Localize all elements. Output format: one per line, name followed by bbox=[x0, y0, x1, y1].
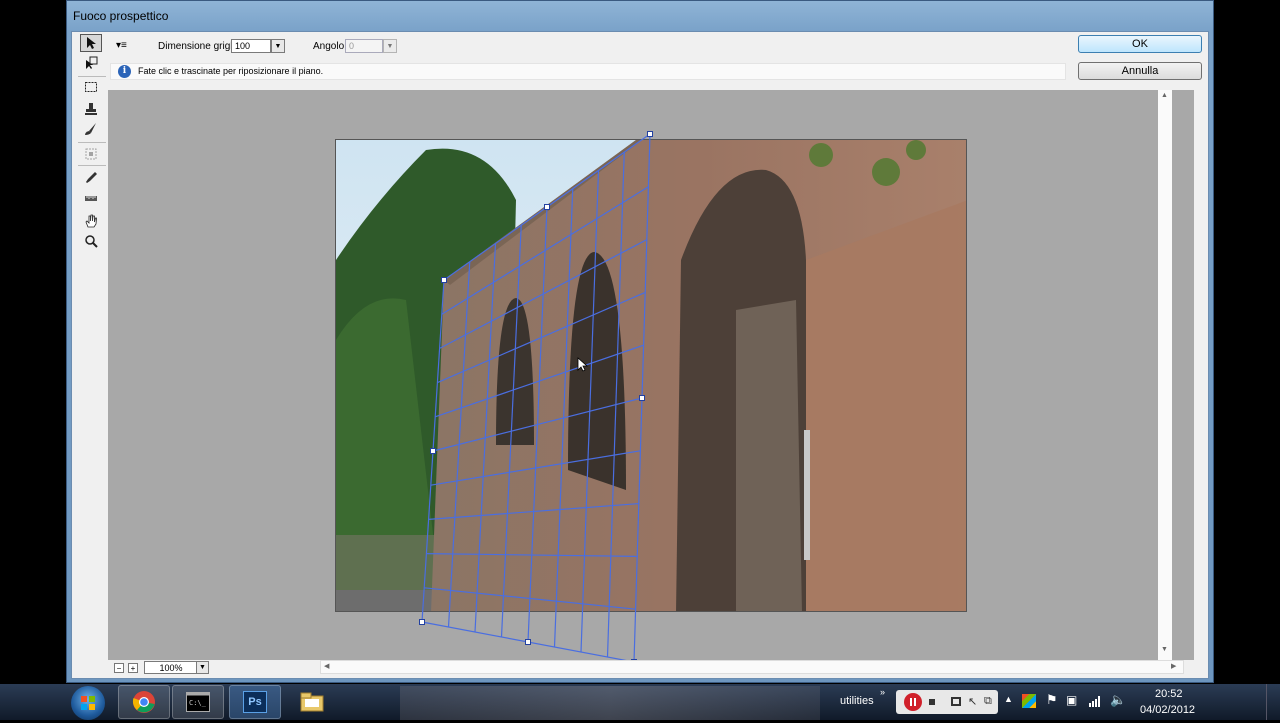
window-icon[interactable]: ⧉ bbox=[984, 695, 992, 708]
dialog-client: ▾≡ Dimensione griglia: 100 ▼ Angolo: 0 ▼… bbox=[71, 31, 1209, 679]
plane-handle[interactable] bbox=[647, 131, 653, 137]
info-bar: i Fate clic e trascinate per riposiziona… bbox=[110, 63, 1066, 80]
plane-handle[interactable] bbox=[430, 448, 436, 454]
zoom-out-button[interactable]: − bbox=[114, 663, 124, 673]
vertical-scrollbar[interactable]: ▲ ▼ bbox=[1158, 90, 1172, 660]
grid-line-horizontal bbox=[432, 397, 643, 452]
ruler-icon bbox=[85, 196, 97, 201]
plane-handle[interactable] bbox=[639, 395, 645, 401]
zoom-dropdown[interactable]: ▼ bbox=[196, 661, 209, 674]
plane-handle[interactable] bbox=[544, 204, 550, 210]
grid-line-horizontal bbox=[437, 291, 646, 384]
grid-size-dropdown[interactable]: ▼ bbox=[271, 39, 285, 53]
zoom-tool[interactable] bbox=[80, 232, 102, 250]
recording-controls: ↖ ⧉ bbox=[896, 690, 998, 714]
zoom-level-field[interactable]: 100% bbox=[144, 661, 198, 674]
hand-tool[interactable] bbox=[80, 212, 102, 230]
eyedropper-tool[interactable] bbox=[80, 169, 102, 187]
horizontal-scrollbar[interactable]: ◀ ▶ bbox=[320, 660, 1184, 674]
triangle-down-icon: ▼ bbox=[386, 42, 394, 50]
action-center-flag-icon[interactable]: ⚑ bbox=[1046, 692, 1058, 708]
screen-icon[interactable] bbox=[951, 697, 961, 706]
transform-icon bbox=[85, 148, 97, 160]
taskbar-command-prompt[interactable]: C:\_ bbox=[172, 685, 224, 719]
scroll-down-icon: ▼ bbox=[1161, 646, 1168, 653]
cancel-button[interactable]: Annulla bbox=[1078, 62, 1202, 80]
power-icon[interactable]: ▣ bbox=[1066, 693, 1077, 707]
hand-icon bbox=[85, 214, 97, 228]
taskbar-chrome[interactable] bbox=[118, 685, 170, 719]
volume-icon[interactable]: 🔈 bbox=[1110, 692, 1126, 708]
triangle-down-icon: ▼ bbox=[199, 664, 206, 671]
tool-column bbox=[78, 32, 106, 676]
measure-tool[interactable] bbox=[80, 189, 102, 207]
window-title: Fuoco prospettico bbox=[73, 9, 169, 23]
magnifier-icon bbox=[85, 235, 98, 248]
start-button[interactable] bbox=[71, 686, 105, 720]
preview-canvas[interactable] bbox=[108, 90, 1194, 660]
create-plane-icon bbox=[86, 56, 98, 69]
stamp-icon bbox=[85, 103, 97, 115]
brush-icon bbox=[85, 123, 96, 135]
move-cursor-icon bbox=[577, 357, 589, 372]
scroll-right-icon: ▶ bbox=[1171, 663, 1177, 670]
chrome-icon bbox=[132, 691, 155, 713]
svg-text:C:\_: C:\_ bbox=[189, 699, 207, 707]
pause-record-icon[interactable] bbox=[904, 693, 922, 711]
plane-handle[interactable] bbox=[525, 639, 531, 645]
taskbar-file-manager[interactable] bbox=[286, 685, 338, 719]
vanishing-point-window: Fuoco prospettico ▾≡ Dimensione griglia:… bbox=[66, 0, 1214, 683]
stamp-tool[interactable] bbox=[80, 100, 102, 118]
title-bar[interactable]: Fuoco prospettico bbox=[67, 1, 1213, 31]
grid-size-input[interactable]: 100 bbox=[231, 39, 271, 53]
perspective-grid[interactable] bbox=[108, 90, 1194, 660]
create-plane-tool[interactable] bbox=[80, 54, 102, 72]
angle-dropdown[interactable]: ▼ bbox=[383, 39, 397, 53]
toolbar-expand-icon[interactable]: » bbox=[880, 687, 885, 697]
grid-line-horizontal bbox=[439, 239, 648, 349]
tray-app-icon[interactable] bbox=[1022, 694, 1036, 708]
utilities-toolbar[interactable]: utilities bbox=[840, 695, 874, 707]
info-icon: i bbox=[118, 65, 131, 78]
taskbar-photoshop[interactable]: Ps bbox=[229, 685, 281, 719]
stop-icon[interactable] bbox=[929, 699, 935, 705]
windows-logo-icon bbox=[81, 696, 95, 710]
scroll-left-icon: ◀ bbox=[324, 663, 330, 670]
folder-icon bbox=[300, 692, 324, 712]
network-signal-icon[interactable] bbox=[1088, 694, 1102, 708]
show-desktop-button[interactable] bbox=[1266, 684, 1280, 720]
mouse-icon[interactable]: ↖ bbox=[968, 695, 977, 708]
triangle-down-icon: ▼ bbox=[274, 42, 282, 50]
arrow-cursor-icon bbox=[87, 37, 96, 49]
ok-button[interactable]: OK bbox=[1078, 35, 1202, 53]
status-bar: − + 100% ▼ ◀ ▶ bbox=[108, 660, 1184, 676]
edit-plane-tool[interactable] bbox=[80, 34, 102, 52]
marquee-icon bbox=[85, 82, 97, 92]
brush-tool[interactable] bbox=[80, 120, 102, 138]
plane-handle[interactable] bbox=[441, 277, 447, 283]
photoshop-icon: Ps bbox=[243, 691, 267, 713]
angle-input[interactable]: 0 bbox=[345, 39, 383, 53]
console-icon: C:\_ bbox=[186, 692, 210, 712]
transform-tool[interactable] bbox=[80, 145, 102, 163]
plane-handle[interactable] bbox=[419, 619, 425, 625]
blurred-region bbox=[400, 686, 820, 720]
scroll-up-icon: ▲ bbox=[1161, 92, 1168, 99]
taskbar: C:\_ Ps utilities » ↖ ⧉ ▲ ⚑ ▣ 🔈 20:52 04… bbox=[0, 684, 1280, 720]
clock-date[interactable]: 04/02/2012 bbox=[1140, 704, 1195, 716]
tray-expand-icon[interactable]: ▲ bbox=[1004, 694, 1013, 704]
marquee-tool[interactable] bbox=[80, 78, 102, 96]
angle-label: Angolo: bbox=[313, 41, 347, 52]
zoom-in-button[interactable]: + bbox=[128, 663, 138, 673]
eyedropper-icon bbox=[86, 172, 97, 183]
panel-menu-icon[interactable]: ▾≡ bbox=[116, 40, 127, 51]
info-text: Fate clic e trascinate per riposizionare… bbox=[138, 66, 324, 76]
clock-time[interactable]: 20:52 bbox=[1155, 688, 1183, 700]
